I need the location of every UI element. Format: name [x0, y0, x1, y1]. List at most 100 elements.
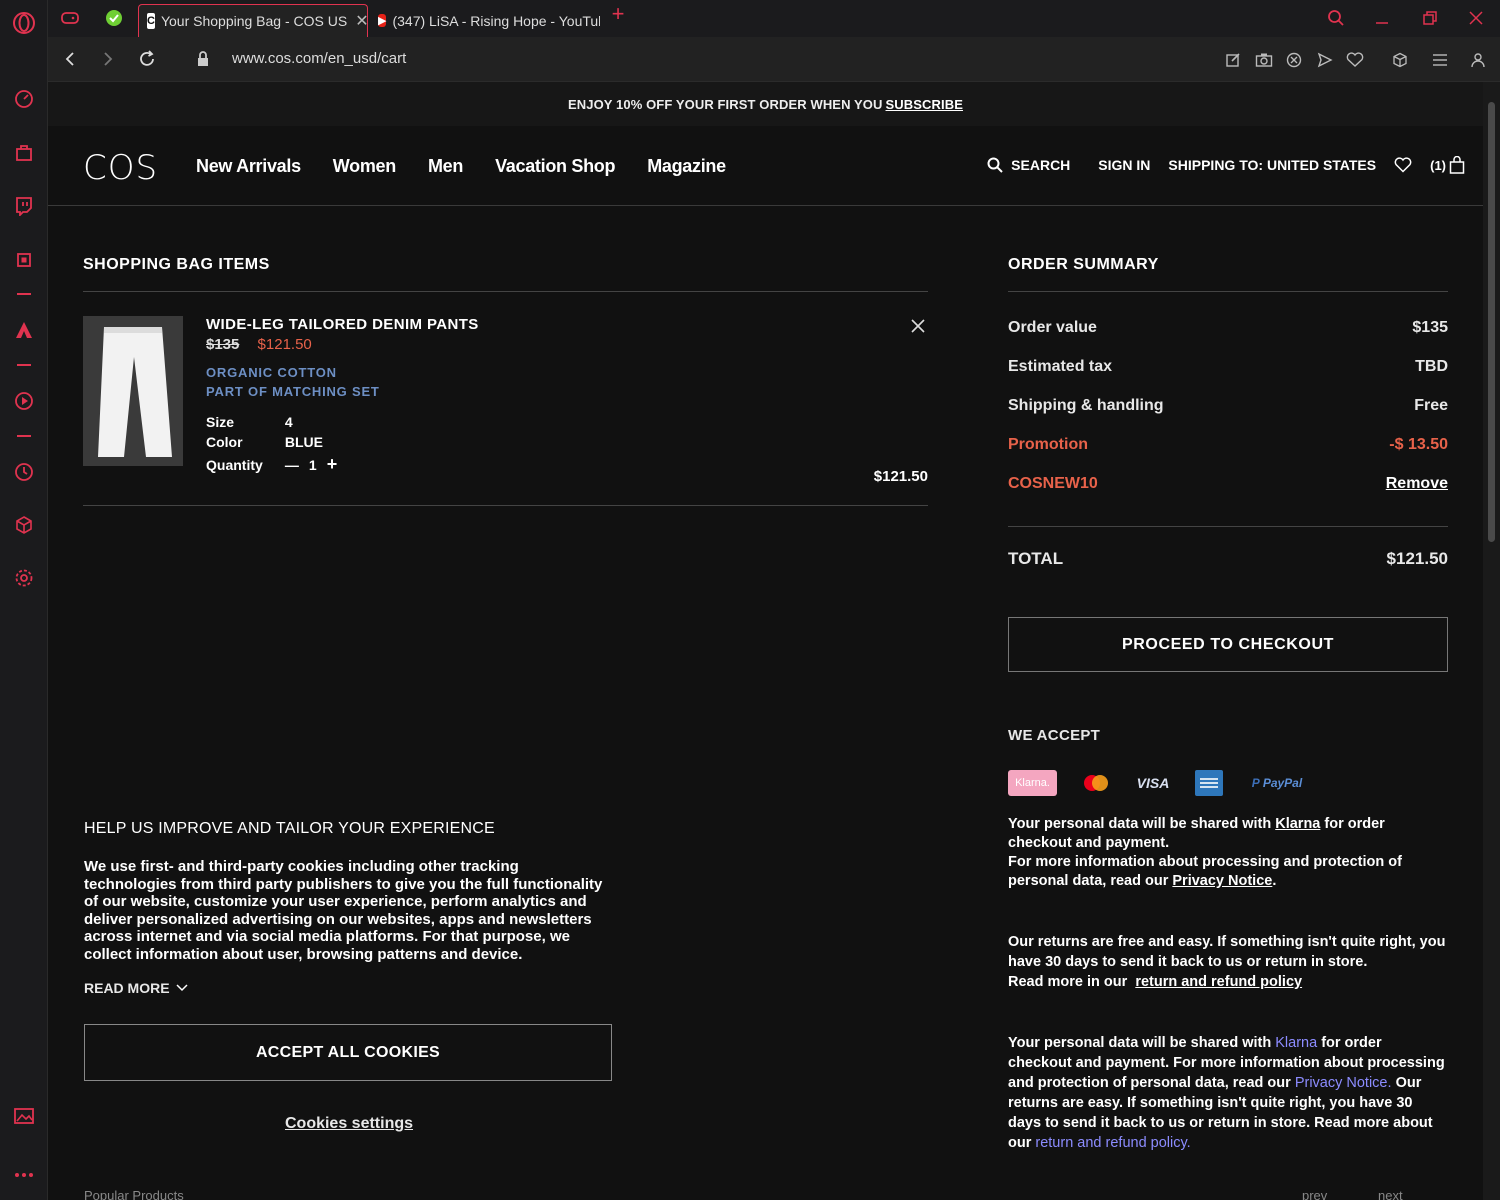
color-row: Color BLUE: [206, 434, 323, 450]
returns-info: Our returns are free and easy. If someth…: [1008, 932, 1448, 992]
bag-item: WIDE-LEG TAILORED DENIM PANTS $135 $121.…: [83, 292, 928, 506]
info-text: Read more in our: [1008, 974, 1128, 990]
url-field[interactable]: www.cos.com/en_usd/cart: [232, 50, 406, 67]
cos-logo[interactable]: COS: [83, 148, 158, 188]
product-name[interactable]: WIDE-LEG TAILORED DENIM PANTS: [206, 316, 479, 333]
tab-bar: C Your Shopping Bag - COS US ✕ ▶ (347) L…: [48, 0, 1500, 37]
shipping-selector[interactable]: SHIPPING TO: UNITED STATES: [1168, 157, 1376, 173]
tab-youtube[interactable]: ▶ (347) LiSA - Rising Hope - YouTube ✕: [370, 4, 600, 37]
nav-new-arrivals[interactable]: New Arrivals: [196, 156, 301, 177]
cookies-settings-link[interactable]: Cookies settings: [84, 1115, 614, 1133]
klarna-link[interactable]: Klarna: [1275, 1035, 1317, 1051]
remove-item-button[interactable]: [908, 316, 928, 336]
info-text: Our returns are free and easy. If someth…: [1008, 934, 1446, 970]
close-tab-icon[interactable]: ✕: [355, 11, 367, 31]
search-button[interactable]: SEARCH: [987, 157, 1070, 173]
more-icon[interactable]: [12, 1163, 36, 1187]
cube-extensions-icon[interactable]: [1390, 50, 1410, 70]
color-value: BLUE: [284, 434, 324, 450]
nav-women[interactable]: Women: [333, 156, 396, 177]
paypal-wordmark: PayPal: [1262, 776, 1303, 790]
gamepad-icon[interactable]: [60, 8, 80, 28]
forward-icon[interactable]: [98, 49, 118, 69]
reload-icon[interactable]: [137, 49, 157, 69]
bag-button[interactable]: (1): [1430, 156, 1465, 174]
privacy-notice-link[interactable]: Privacy Notice.: [1295, 1075, 1392, 1091]
subscribe-link[interactable]: SUBSCRIBE: [886, 97, 963, 112]
search-label: SEARCH: [1011, 157, 1071, 173]
product-image[interactable]: [83, 316, 183, 466]
promotion-row: Promotion -$ 13.50: [1008, 425, 1448, 464]
carousel-next-button[interactable]: next: [1378, 1188, 1403, 1200]
row-value: $135: [1412, 318, 1448, 336]
promo-text: ENJOY 10% OFF YOUR FIRST ORDER WHEN YOU: [568, 96, 883, 112]
accept-all-cookies-button[interactable]: ACCEPT ALL COOKIES: [84, 1024, 612, 1081]
estimated-tax-row: Estimated tax TBD: [1008, 347, 1448, 386]
site-header: COS New Arrivals Women Men Vacation Shop…: [48, 126, 1483, 206]
row-label: Shipping & handling: [1008, 396, 1164, 414]
read-more-button[interactable]: READ MORE: [84, 980, 614, 996]
twitch-icon[interactable]: [12, 194, 36, 218]
visa-logo: VISA: [1136, 775, 1170, 791]
return-policy-link[interactable]: return and refund policy: [1135, 974, 1302, 990]
close-window-icon[interactable]: [1466, 8, 1486, 28]
scrollbar-thumb[interactable]: [1488, 102, 1495, 542]
total-row: TOTAL $121.50: [1008, 549, 1448, 569]
edit-icon[interactable]: [1223, 50, 1243, 70]
return-policy-link[interactable]: return and refund policy.: [1035, 1135, 1190, 1151]
cookie-banner: HELP US IMPROVE AND TAILOR YOUR EXPERIEN…: [84, 820, 614, 1133]
back-icon[interactable]: [60, 49, 80, 69]
cpu-limiter-icon[interactable]: [12, 248, 36, 272]
quantity-label: Quantity: [206, 456, 263, 473]
wallpaper-icon[interactable]: [12, 1104, 36, 1128]
youtube-favicon-icon: ▶: [378, 14, 387, 27]
send-icon[interactable]: [1315, 50, 1335, 70]
privacy-notice-link[interactable]: Privacy Notice: [1172, 873, 1272, 889]
increase-quantity-button[interactable]: +: [327, 454, 338, 475]
read-more-label: READ MORE: [84, 980, 170, 996]
nav-magazine[interactable]: Magazine: [647, 156, 726, 177]
total-label: TOTAL: [1008, 549, 1064, 568]
bookmark-heart-icon[interactable]: [1345, 50, 1365, 70]
speed-dial-icon[interactable]: [12, 87, 36, 111]
tab-shopping-bag[interactable]: C Your Shopping Bag - COS US ✕: [138, 4, 368, 37]
klarna-link[interactable]: Klarna: [1275, 816, 1320, 832]
minimize-icon[interactable]: [1372, 8, 1392, 28]
size-row: Size 4: [206, 414, 293, 430]
klarna-info: Your personal data will be shared with K…: [1008, 816, 1402, 889]
page-scrollbar[interactable]: [1483, 82, 1500, 1200]
camera-icon[interactable]: [1254, 50, 1274, 70]
nav-vacation-shop[interactable]: Vacation Shop: [495, 156, 615, 177]
color-label: Color: [206, 434, 243, 450]
restore-icon[interactable]: [1420, 8, 1440, 28]
settings-gear-icon[interactable]: [12, 566, 36, 590]
history-icon[interactable]: [12, 460, 36, 484]
carousel-prev-button[interactable]: prev: [1302, 1188, 1327, 1200]
shipping-row: Shipping & handling Free: [1008, 386, 1448, 425]
profile-icon[interactable]: [1468, 50, 1488, 70]
cookie-body: We use first- and third-party cookies in…: [84, 858, 603, 963]
decrease-quantity-button[interactable]: —: [285, 457, 299, 473]
new-tab-button[interactable]: +: [608, 1, 628, 26]
whatsapp-tab-icon[interactable]: [104, 8, 124, 28]
extensions-icon[interactable]: [12, 513, 36, 537]
shopping-icon[interactable]: [12, 141, 36, 165]
adblock-icon[interactable]: [1284, 50, 1304, 70]
opera-menu-icon[interactable]: [12, 11, 36, 35]
order-summary: ORDER SUMMARY Order value $135 Estimated…: [1008, 256, 1448, 1153]
quantity-row: Quantity — 1 +: [206, 454, 337, 475]
sidebar-divider: [17, 293, 31, 295]
easy-setup-icon[interactable]: [1430, 50, 1450, 70]
proceed-to-checkout-button[interactable]: PROCEED TO CHECKOUT: [1008, 617, 1448, 672]
gx-corner-icon[interactable]: [12, 318, 36, 342]
player-icon[interactable]: [12, 389, 36, 413]
nav-men[interactable]: Men: [428, 156, 463, 177]
row-value: TBD: [1415, 357, 1448, 375]
wishlist-button[interactable]: [1394, 157, 1412, 173]
search-tabs-icon[interactable]: [1326, 8, 1346, 28]
remove-promo-link[interactable]: Remove: [1386, 475, 1448, 493]
sidebar-divider: [17, 364, 31, 366]
product-tag-matching-set[interactable]: PART OF MATCHING SET: [206, 384, 380, 399]
sign-in-link[interactable]: SIGN IN: [1098, 157, 1150, 173]
shopping-bag-icon: [1449, 156, 1465, 174]
